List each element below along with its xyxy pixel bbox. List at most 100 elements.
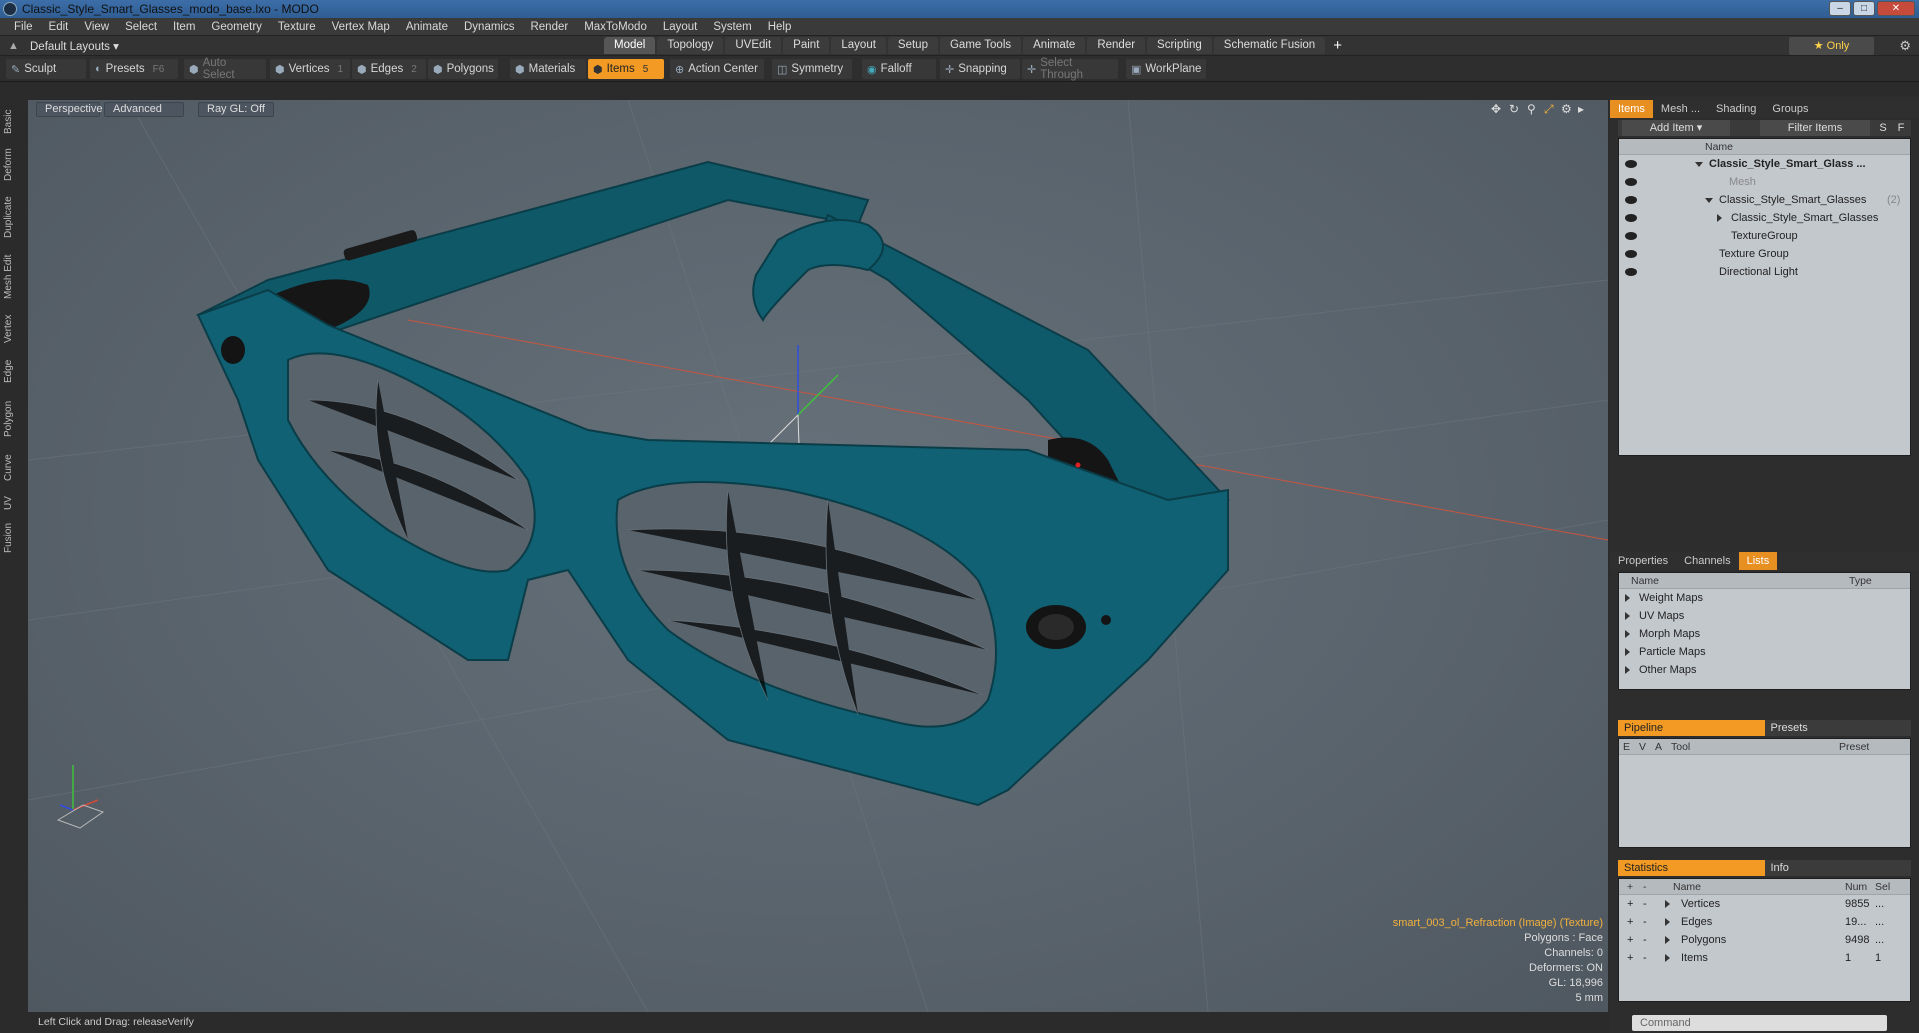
tree-row[interactable]: Classic_Style_Smart_Glasses (2) (1619, 191, 1910, 209)
expand-icon[interactable] (1625, 612, 1630, 620)
menu-texture[interactable]: Texture (270, 21, 324, 33)
tab-channels[interactable]: Channels (1676, 552, 1738, 570)
command-input[interactable]: Command (1632, 1015, 1887, 1031)
menu-dynamics[interactable]: Dynamics (456, 21, 522, 33)
viewport-menu-icon[interactable]: ▸ (1578, 102, 1584, 116)
tab-info[interactable]: Info (1764, 860, 1911, 876)
tree-row[interactable]: Classic_Style_Smart_Glasses (1619, 209, 1910, 227)
vertices-button[interactable]: ⬢ Vertices 1 (270, 59, 350, 79)
vtab-basic[interactable]: Basic (3, 102, 19, 142)
menu-item[interactable]: Item (165, 21, 203, 33)
filter-items-input[interactable]: Filter Items (1760, 120, 1870, 136)
list-item[interactable]: Morph Maps (1619, 625, 1910, 643)
tree-row[interactable]: Mesh (1619, 173, 1910, 191)
visibility-eye-icon[interactable] (1625, 214, 1637, 222)
tree-row[interactable]: Texture Group (1619, 245, 1910, 263)
tab-setup[interactable]: Setup (887, 37, 938, 54)
auto-select-button[interactable]: ⬢ Auto Select (184, 57, 266, 81)
stats-row[interactable]: + - Items 1 1 (1619, 949, 1910, 967)
vtab-polygon[interactable]: Polygon (3, 394, 19, 444)
gear-icon[interactable]: ⚙ (1899, 38, 1911, 54)
menu-layout[interactable]: Layout (655, 21, 706, 33)
list-item[interactable]: Other Maps (1619, 661, 1910, 679)
tree-row[interactable]: Directional Light (1619, 263, 1910, 281)
tab-render[interactable]: Render (1087, 37, 1146, 54)
pan-icon[interactable]: ✥ (1491, 102, 1501, 116)
tab-game-tools[interactable]: Game Tools (939, 37, 1022, 54)
visibility-eye-icon[interactable] (1625, 178, 1637, 186)
tab-schematic-fusion[interactable]: Schematic Fusion (1213, 37, 1326, 54)
maximize-view-icon[interactable]: ⤢ (1544, 102, 1554, 117)
visibility-eye-icon[interactable] (1625, 268, 1637, 276)
visibility-eye-icon[interactable] (1625, 196, 1637, 204)
visibility-eye-icon[interactable] (1625, 160, 1637, 168)
list-item[interactable]: Weight Maps (1619, 589, 1910, 607)
stats-row[interactable]: + - Polygons 9498 ... (1619, 931, 1910, 949)
menu-vertex-map[interactable]: Vertex Map (324, 21, 398, 33)
maximize-button[interactable]: □ (1853, 1, 1875, 16)
minimize-button[interactable]: – (1829, 1, 1851, 16)
tree-row[interactable]: Classic_Style_Smart_Glass ... (1619, 155, 1910, 173)
presets-button[interactable]: ◐ Presets F6 (90, 59, 178, 79)
tab-properties[interactable]: Properties (1610, 552, 1676, 570)
visibility-eye-icon[interactable] (1625, 232, 1637, 240)
expand-icon[interactable] (1625, 594, 1630, 602)
expand-icon[interactable] (1625, 648, 1630, 656)
expand-icon[interactable] (1695, 162, 1703, 167)
vtab-curve[interactable]: Curve (3, 448, 19, 488)
viewport-settings-icon[interactable]: ⚙ (1561, 102, 1572, 116)
tab-model[interactable]: Model (604, 37, 656, 54)
vtab-fusion[interactable]: Fusion (3, 518, 19, 558)
menu-file[interactable]: File (6, 21, 41, 33)
tab-groups[interactable]: Groups (1764, 100, 1816, 118)
tab-mesh[interactable]: Mesh ... (1653, 100, 1708, 118)
menu-help[interactable]: Help (760, 21, 800, 33)
tab-layout[interactable]: Layout (831, 37, 886, 54)
vtab-vertex[interactable]: Vertex (3, 308, 19, 350)
rotate-icon[interactable]: ↻ (1509, 102, 1519, 116)
3d-viewport[interactable] (28, 100, 1608, 1012)
tab-items[interactable]: Items (1610, 100, 1653, 118)
tab-statistics[interactable]: Statistics (1618, 860, 1765, 876)
tab-paint[interactable]: Paint (783, 37, 830, 54)
menu-animate[interactable]: Animate (398, 21, 456, 33)
tab-presets[interactable]: Presets (1764, 720, 1911, 736)
tab-scripting[interactable]: Scripting (1147, 37, 1212, 54)
expand-icon[interactable] (1665, 918, 1670, 926)
add-item-button[interactable]: Add Item ▾ (1622, 120, 1730, 136)
raygl-button[interactable]: Ray GL: Off (198, 102, 274, 117)
items-button[interactable]: ⬢ Items 5 (588, 59, 664, 79)
expand-icon[interactable] (1625, 630, 1630, 638)
expand-icon[interactable] (1665, 900, 1670, 908)
menu-geometry[interactable]: Geometry (203, 21, 270, 33)
vtab-duplicate[interactable]: Duplicate (3, 188, 19, 246)
vtab-uv[interactable]: UV (3, 492, 19, 514)
expand-icon[interactable] (1717, 214, 1722, 222)
symmetry-button[interactable]: ◫ Symmetry (772, 59, 852, 79)
s-button[interactable]: S (1876, 120, 1890, 136)
action-center-button[interactable]: ⊕ Action Center (670, 59, 764, 79)
falloff-button[interactable]: ◉ Falloff (862, 59, 936, 79)
snapping-button[interactable]: ✛ Snapping (940, 59, 1020, 79)
menu-render[interactable]: Render (522, 21, 576, 33)
f-button[interactable]: F (1894, 120, 1908, 136)
tab-lists[interactable]: Lists (1738, 552, 1778, 570)
workplane-button[interactable]: ▣ WorkPlane (1126, 59, 1206, 79)
tab-shading[interactable]: Shading (1708, 100, 1764, 118)
vtab-mesh-edit[interactable]: Mesh Edit (3, 248, 19, 306)
tab-animate[interactable]: Animate (1023, 37, 1086, 54)
menu-edit[interactable]: Edit (41, 21, 77, 33)
materials-button[interactable]: ⬢ Materials (510, 59, 586, 79)
list-item[interactable]: Particle Maps (1619, 643, 1910, 661)
layout-select[interactable]: Default Layouts ▾ (30, 39, 119, 53)
close-button[interactable]: ✕ (1877, 1, 1915, 16)
tab-pipeline[interactable]: Pipeline (1618, 720, 1765, 736)
tree-row[interactable]: TextureGroup (1619, 227, 1910, 245)
select-through-button[interactable]: ✛ Select Through (1022, 57, 1118, 81)
vtab-edge[interactable]: Edge (3, 352, 19, 390)
sculpt-button[interactable]: ✎ Sculpt (6, 59, 86, 79)
stats-row[interactable]: + - Vertices 9855 ... (1619, 895, 1910, 913)
vtab-deform[interactable]: Deform (3, 144, 19, 186)
polygons-button[interactable]: ⬢ Polygons (428, 59, 498, 79)
shading-mode-button[interactable]: Advanced (104, 102, 184, 117)
